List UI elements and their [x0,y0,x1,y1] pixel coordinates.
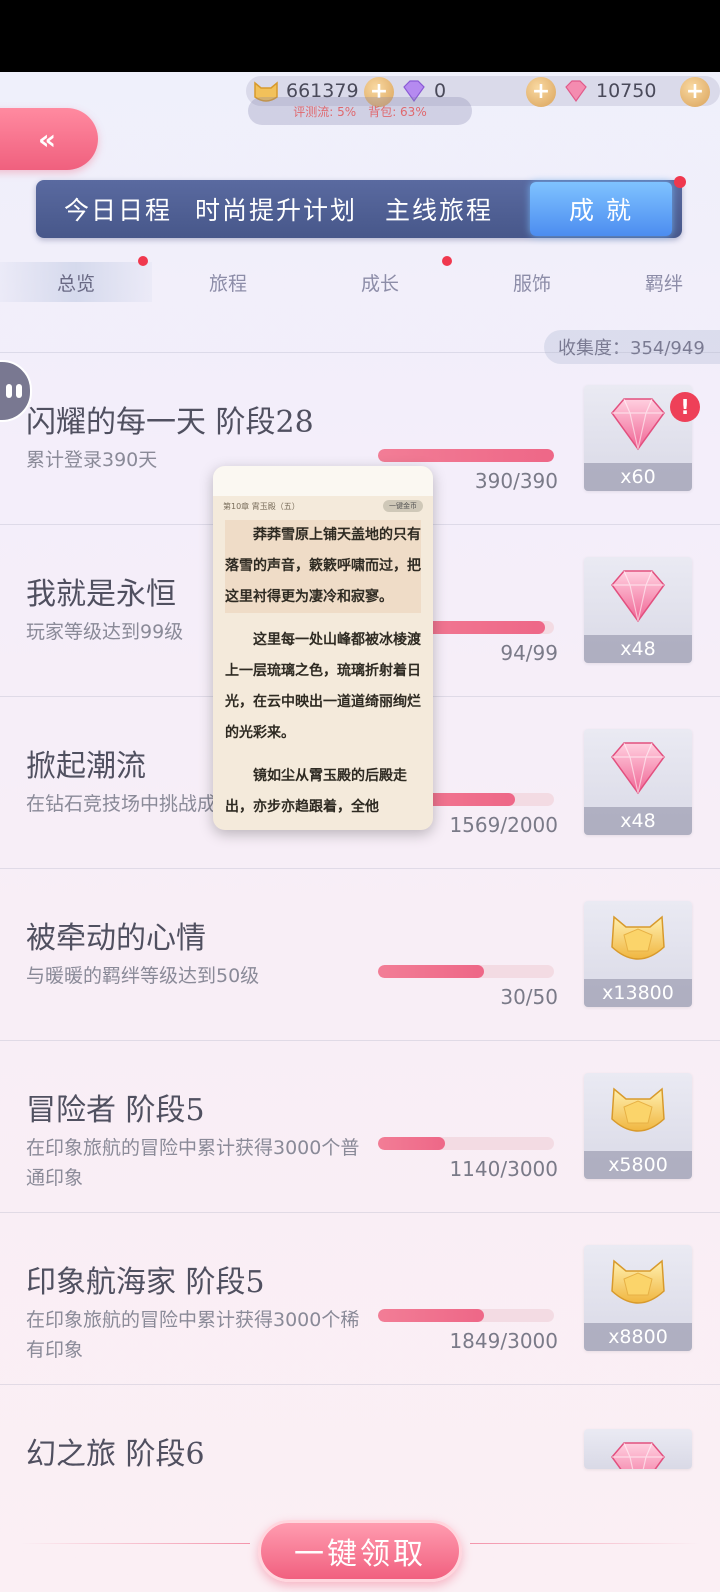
pink-diamond-icon [562,79,590,103]
reader-paragraph: 莽莽雪原上铺天盖地的只有落雪的声音，簌簌呼啸而过，把这里衬得更为凄冷和寂寥。 [225,520,421,613]
achievement-count: 390/390 [474,469,558,493]
tab-achievements[interactable]: 成 就 [530,182,672,236]
achievement-title: 幻之旅 阶段6 [26,1437,205,1472]
reward-quantity: x5800 [584,1151,692,1179]
subtab-bonds[interactable]: 羁绊 [608,262,720,302]
achievement-count: 30/50 [500,985,558,1009]
growth-notification-dot [442,256,452,266]
achievement-row[interactable]: 冒险者 阶段5 在印象旅航的冒险中累计获得3000个普通印象 1140/3000… [0,1040,720,1214]
reward-quantity: x48 [584,807,692,835]
tab-fashion-plan[interactable]: 时尚提升计划 [194,188,358,230]
tab-main-journey[interactable]: 主线旅程 [378,188,500,230]
reward-item[interactable]: x13800 [584,901,692,1007]
achievements-notification-dot [674,176,686,188]
back-button[interactable]: « [0,108,98,170]
subtab-outfits[interactable]: 服饰 [456,262,608,302]
overview-notification-dot [138,256,148,266]
reader-paragraph: 镜如尘从霄玉殿的后殿走出，亦步亦趋跟着，全他 [225,768,407,815]
achievement-progress-bar [378,965,554,978]
achievement-row[interactable]: 被牵动的心情 与暖暖的羁绊等级达到50级 30/50 x13800 [0,868,720,1042]
reward-quantity: x48 [584,635,692,663]
back-arrow-icon: « [37,122,56,156]
achievement-progress-bar [378,449,554,462]
achievement-desc: 在印象旅航的冒险中累计获得3000个普通印象 [26,1137,360,1189]
achievement-title: 冒险者 阶段5 [26,1093,205,1128]
perf-overlay: 评测流: 5% 背包: 63% [248,97,472,125]
reader-chip[interactable]: 一键金币 [383,500,423,512]
add-diamond-button[interactable]: + [526,77,556,107]
reward-item[interactable]: x48 [584,729,692,835]
reward-item[interactable]: x5800 [584,1073,692,1179]
claim-divider-right [470,1543,700,1544]
reward-quantity: x8800 [584,1323,692,1351]
achievement-progress-bar [378,1137,554,1150]
subtab-journey[interactable]: 旅程 [152,262,304,302]
status-bar [0,0,720,72]
claim-divider-left [20,1543,250,1544]
achievement-progress-fill [378,1309,484,1322]
reader-chapter: 第10章 霄玉殿（五） [223,501,300,511]
achievement-row[interactable]: 印象航海家 阶段5 在印象旅航的冒险中累计获得3000个稀有印象 1849/30… [0,1212,720,1386]
achievement-count: 1569/2000 [449,813,558,837]
achievement-count: 1849/3000 [449,1329,558,1353]
reward-item[interactable]: x48 [584,557,692,663]
tab-daily-schedule[interactable]: 今日日程 [52,188,184,230]
achievement-progress-fill [378,1137,445,1150]
perf-overlay-left: 评测流: 5% [293,104,357,119]
achievement-title: 印象航海家 阶段5 [26,1265,265,1300]
reader-popup[interactable]: 第10章 霄玉殿（五） 一键金币 莽莽雪原上铺天盖地的只有落雪的声音，簌簌呼啸而… [213,466,433,830]
subtab-growth[interactable]: 成长 [304,262,456,302]
achievement-progress-fill [378,449,554,462]
achievement-progress-bar [378,1309,554,1322]
reader-meta: 第10章 霄玉殿（五） 一键金币 [213,496,433,512]
perf-overlay-right: 背包: 63% [368,104,427,119]
reward-item[interactable]: x8800 [584,1245,692,1351]
achievement-desc: 在印象旅航的冒险中累计获得3000个稀有印象 [26,1309,360,1361]
achievement-title: 被牵动的心情 [26,921,206,956]
reader-header [213,466,433,496]
achievement-count: 1140/3000 [449,1157,558,1181]
achievement-desc: 与暖暖的羁绊等级达到50级 [26,965,260,987]
achievement-title: 闪耀的每一天 阶段28 [26,405,314,440]
achievement-title: 掀起潮流 [26,749,146,784]
achievement-count: 94/99 [500,641,558,665]
achievement-progress-fill [378,965,484,978]
alert-icon: ! [670,392,700,422]
crystal-amount: 10750 [596,80,657,102]
claim-all-button[interactable]: 一键领取 [258,1520,462,1582]
add-crystal-button[interactable]: + [680,77,710,107]
crystal-currency: 10750 [562,78,656,104]
subtab-overview[interactable]: 总览 [0,262,152,302]
achievement-title: 我就是永恒 [26,577,176,612]
reward-item[interactable] [584,1429,692,1469]
reader-paragraph: 这里每一处山峰都被冰棱渡上一层琉璃之色，琉璃折射着日光，在云中映出一道道绮丽绚烂… [225,632,421,741]
reward-quantity: x13800 [584,979,692,1007]
reward-quantity: x60 [584,463,692,491]
reader-body: 莽莽雪原上铺天盖地的只有落雪的声音，簌簌呼啸而过，把这里衬得更为凄冷和寂寥。 这… [213,512,433,823]
